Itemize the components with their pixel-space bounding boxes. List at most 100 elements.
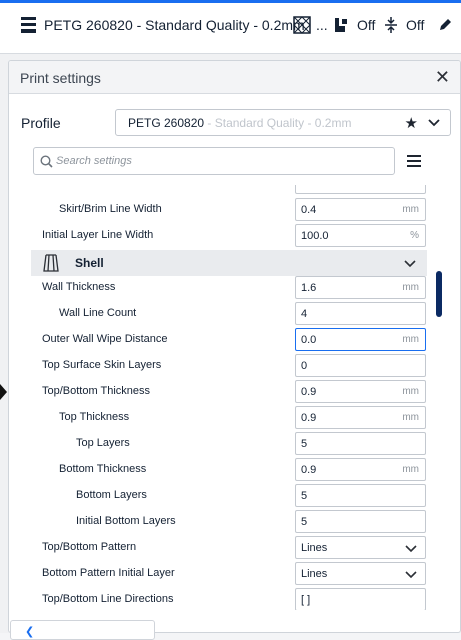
setting-label: Initial Layer Line Width: [42, 229, 154, 241]
setting-label: Outer Wall Wipe Distance: [42, 333, 168, 345]
setting-label: Initial Bottom Layers: [76, 515, 176, 527]
support-value[interactable]: Off: [357, 17, 375, 33]
setting-input[interactable]: 5: [295, 484, 426, 507]
panel-title: Print settings: [20, 70, 101, 86]
setting-label: Top/Bottom Pattern: [42, 541, 137, 553]
setting-row: Skirt/Brim Line Width 0.4 mm: [31, 197, 427, 223]
panel-header: Print settings ✕: [9, 61, 460, 94]
setting-input[interactable]: [ ]: [295, 588, 426, 610]
printer-settings-icon[interactable]: [20, 16, 37, 37]
setting-row: Initial Layer Line Width 100.0 %: [31, 223, 427, 249]
setting-row: Wall Line Count 4: [31, 301, 427, 327]
setting-value: [ ]: [301, 594, 311, 606]
setting-row: Top Layers 5: [31, 431, 427, 457]
partial-setting-field[interactable]: [295, 185, 426, 194]
profile-label: Profile: [21, 115, 61, 131]
setting-unit: mm: [402, 386, 419, 397]
setting-row: Outer Wall Wipe Distance 0.0 mm: [31, 327, 427, 353]
infill-ellipsis[interactable]: ...: [316, 17, 328, 33]
setting-row: Top/Bottom Pattern Lines: [31, 535, 427, 561]
setting-label: Bottom Layers: [76, 489, 147, 501]
profile-name: PETG 260820: [128, 116, 205, 130]
setting-row: Bottom Thickness 0.9 mm: [31, 457, 427, 483]
setting-dropdown[interactable]: Lines: [295, 562, 426, 585]
setting-input[interactable]: 0.9 mm: [295, 380, 426, 403]
setting-input[interactable]: 1.6 mm: [295, 276, 426, 299]
setting-label: Top Surface Skin Layers: [42, 359, 162, 371]
setting-label: Skirt/Brim Line Width: [59, 203, 162, 215]
setting-label: Wall Line Count: [59, 307, 137, 319]
setting-unit: %: [410, 230, 419, 241]
setting-input[interactable]: 0.4 mm: [295, 198, 426, 221]
setting-input[interactable]: 5: [295, 432, 426, 455]
setting-input[interactable]: 100.0 %: [295, 224, 426, 247]
infill-icon[interactable]: [293, 16, 311, 37]
search-field[interactable]: Search settings: [33, 147, 395, 175]
setting-value: Lines: [301, 568, 328, 580]
setting-value: 0.9: [301, 412, 317, 424]
setting-label: Top Layers: [76, 437, 130, 449]
print-settings-panel: Print settings ✕ Profile PETG 260820 - S…: [8, 60, 461, 633]
category-shell[interactable]: Shell: [31, 250, 427, 276]
setting-row: Bottom Pattern Initial Layer Lines: [31, 561, 427, 587]
setting-value: 0.9: [301, 386, 317, 398]
setting-label: Wall Thickness: [42, 281, 116, 293]
settings-list: Skirt/Brim Line Width 0.4 mm Initial Lay…: [31, 185, 427, 610]
chevron-down-icon: [405, 545, 417, 553]
setting-unit: mm: [402, 282, 419, 293]
recommended-chevron-icon: ❮: [25, 626, 35, 638]
setting-unit: mm: [402, 334, 419, 345]
setting-value: 100.0: [301, 230, 329, 242]
support-icon[interactable]: [333, 16, 349, 37]
setting-input[interactable]: 0: [295, 354, 426, 377]
print-setup-title[interactable]: PETG 260820 - Standard Quality - 0.2mm: [44, 17, 305, 33]
search-icon: [40, 155, 53, 168]
setting-input[interactable]: 5: [295, 510, 426, 533]
setting-value: 0: [301, 360, 308, 372]
setting-value: 0.0: [301, 334, 317, 346]
setting-row: Initial Bottom Layers 5: [31, 509, 427, 535]
profile-name-text: PETG 260820 - Standard Quality - 0.2mm: [128, 116, 351, 130]
category-label: Shell: [75, 256, 104, 270]
setting-value: 0.4: [301, 204, 317, 216]
setting-dropdown[interactable]: Lines: [295, 536, 426, 559]
setting-input[interactable]: 0.9 mm: [295, 458, 426, 481]
accent-strip: [0, 0, 461, 3]
setting-value: 4: [301, 308, 308, 320]
setting-label: Top Thickness: [59, 411, 130, 423]
setting-row: Top/Bottom Line Directions [ ]: [31, 587, 427, 610]
chevron-down-icon: [405, 571, 417, 579]
setting-label: Top/Bottom Thickness: [42, 385, 151, 397]
search-placeholder: Search settings: [56, 155, 132, 167]
setting-unit: mm: [402, 412, 419, 423]
setting-value: 0.9: [301, 464, 317, 476]
chevron-down-icon: [404, 260, 416, 268]
setting-unit: mm: [402, 204, 419, 215]
adhesion-icon[interactable]: [384, 16, 398, 37]
workspace-arrow-icon: [0, 384, 7, 400]
shell-icon: [43, 254, 59, 272]
close-icon[interactable]: ✕: [435, 67, 450, 88]
settings-menu-icon[interactable]: [407, 155, 421, 167]
recommended-button-partial[interactable]: ❮: [10, 620, 155, 640]
edit-icon[interactable]: [439, 18, 452, 34]
settings-scrollbar[interactable]: [436, 271, 442, 317]
setting-label: Top/Bottom Line Directions: [42, 593, 174, 605]
setting-label: Bottom Thickness: [59, 463, 147, 475]
setting-input-active[interactable]: 0.0 mm: [295, 328, 426, 351]
profile-select[interactable]: PETG 260820 - Standard Quality - 0.2mm ★: [115, 109, 451, 136]
chevron-down-icon[interactable]: [426, 114, 442, 130]
setting-input[interactable]: 0.9 mm: [295, 406, 426, 429]
adhesion-value[interactable]: Off: [406, 17, 424, 33]
top-toolbar: PETG 260820 - Standard Quality - 0.2mm .…: [0, 0, 461, 54]
setting-row: Top Surface Skin Layers 0: [31, 353, 427, 379]
setting-value: Lines: [301, 542, 328, 554]
setting-label: Bottom Pattern Initial Layer: [42, 567, 175, 579]
setting-row: Top Thickness 0.9 mm: [31, 405, 427, 431]
setting-value: 1.6: [301, 282, 317, 294]
setting-row: Top/Bottom Thickness 0.9 mm: [31, 379, 427, 405]
star-icon[interactable]: ★: [405, 114, 418, 132]
setting-value: 5: [301, 490, 308, 502]
setting-input[interactable]: 4: [295, 302, 426, 325]
setting-row: Wall Thickness 1.6 mm: [31, 275, 427, 301]
